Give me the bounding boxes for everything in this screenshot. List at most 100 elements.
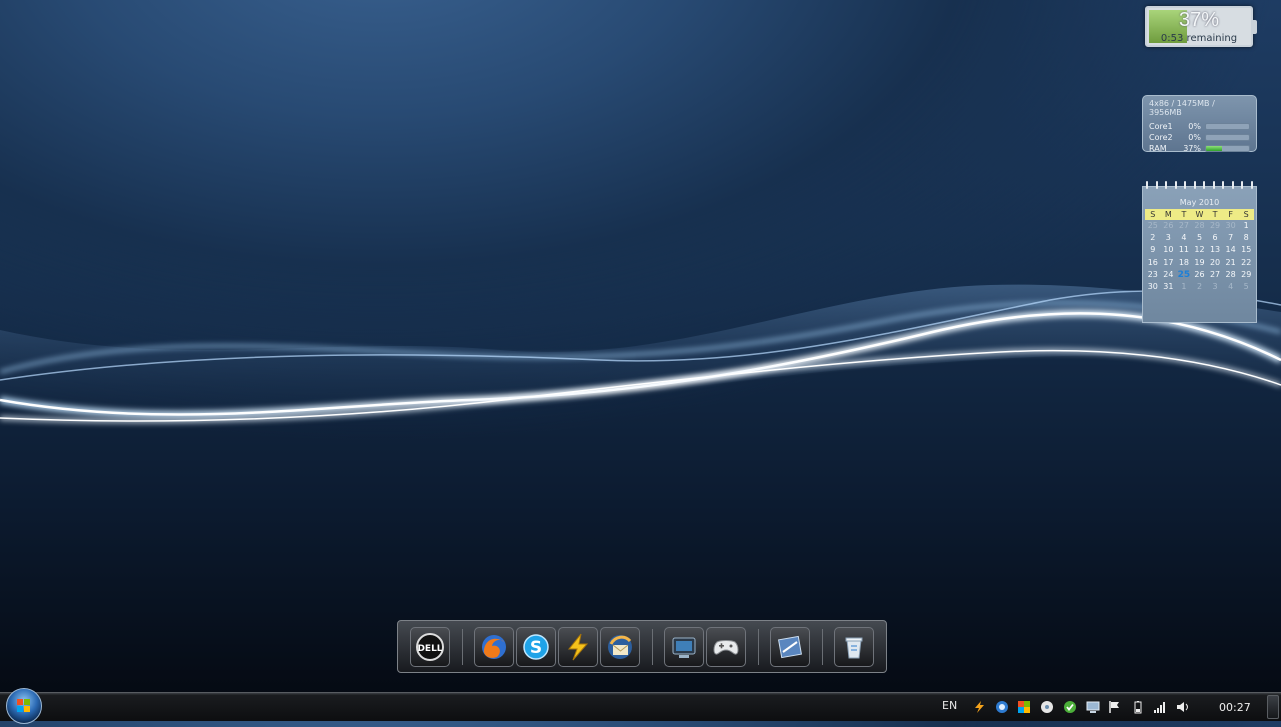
calendar-day-cell[interactable]: 30 <box>1145 281 1161 293</box>
disc-tray-icon[interactable] <box>1038 693 1056 721</box>
calendar-day-cell[interactable]: 21 <box>1223 257 1239 269</box>
network-tray-icon[interactable] <box>993 693 1011 721</box>
dock-separator <box>822 629 823 665</box>
cpu-meter-row: Core1 0% <box>1149 121 1250 132</box>
cpu-meter-gadget[interactable]: 4x86 / 1475MB / 3956MB Core1 0% Core2 0%… <box>1142 95 1257 154</box>
calendar-day-cell[interactable]: 26 <box>1192 269 1208 281</box>
calendar-day-cell[interactable]: 30 <box>1223 220 1239 232</box>
calendar-day-cell[interactable]: 16 <box>1145 257 1161 269</box>
calendar-day-cell[interactable]: 3 <box>1161 232 1177 244</box>
cpu-row-value: 37% <box>1183 144 1201 153</box>
calendar-today-cell[interactable]: 25 <box>1176 269 1192 281</box>
calendar-weekday-header: S <box>1238 209 1254 220</box>
calendar-day-cell[interactable]: 23 <box>1145 269 1161 281</box>
calendar-day-cell[interactable]: 26 <box>1161 220 1177 232</box>
calendar-gadget[interactable]: May 2010 S M T W T F S 25 26 27 28 29 30 1 2 3 4 5 6 7 8 9 10 1… <box>1142 181 1257 323</box>
windows-logo-icon <box>17 699 30 712</box>
battery-gadget[interactable]: 37% 0:53 remaining <box>1145 6 1257 47</box>
calendar-day-cell[interactable]: 22 <box>1238 257 1254 269</box>
cpu-row-label: Core1 <box>1149 122 1173 131</box>
calendar-day-cell[interactable]: 25 <box>1145 220 1161 232</box>
cpu-meter-row: Core2 0% <box>1149 132 1250 143</box>
winamp-icon[interactable] <box>558 627 598 667</box>
cpu-row-bar <box>1205 145 1250 152</box>
calendar-day-cell[interactable]: 4 <box>1176 232 1192 244</box>
calendar-day-cell[interactable]: 1 <box>1238 220 1254 232</box>
calendar-month-title: May 2010 <box>1179 198 1220 207</box>
calendar-day-cell[interactable]: 31 <box>1161 281 1177 293</box>
calendar-weekday-header: F <box>1222 209 1239 220</box>
calendar-grid: S M T W T F S 25 26 27 28 29 30 1 2 3 4 5 6 7 8 9 10 11 12 13 14 15… <box>1145 209 1254 293</box>
volume-tray-icon[interactable] <box>1174 693 1192 721</box>
dock-separator <box>462 629 463 665</box>
show-desktop-button[interactable] <box>1267 695 1279 719</box>
windows-flag-tray-icon[interactable] <box>1015 693 1033 721</box>
calendar-weekday-header: S <box>1145 209 1161 220</box>
calendar-day-cell[interactable]: 27 <box>1176 220 1192 232</box>
firefox-icon[interactable] <box>474 627 514 667</box>
calendar-day-cell[interactable]: 7 <box>1223 232 1239 244</box>
signal-tray-icon[interactable] <box>1151 693 1169 721</box>
calendar-day-cell[interactable]: 5 <box>1238 281 1254 293</box>
application-dock: DELL S <box>397 620 887 673</box>
cpu-row-bar <box>1205 123 1250 130</box>
battery-terminal <box>1252 20 1257 34</box>
calendar-day-cell[interactable]: 9 <box>1145 244 1161 256</box>
taskbar: EN 00:27 <box>0 688 1281 724</box>
calendar-day-cell[interactable]: 2 <box>1145 232 1161 244</box>
taskbar-clock[interactable]: 00:27 <box>1219 701 1251 714</box>
skype-icon[interactable]: S <box>516 627 556 667</box>
cpu-meter-row: RAM 37% <box>1149 143 1250 154</box>
system-settings-icon[interactable] <box>770 627 810 667</box>
calendar-day-cell[interactable]: 29 <box>1238 269 1254 281</box>
calendar-day-cell[interactable]: 4 <box>1223 281 1239 293</box>
calendar-weekday-header: M <box>1160 209 1177 220</box>
calendar-day-cell[interactable]: 1 <box>1176 281 1192 293</box>
calendar-day-cell[interactable]: 5 <box>1192 232 1208 244</box>
battery-tray-icon[interactable] <box>1129 693 1147 721</box>
display-tray-icon[interactable] <box>1084 693 1102 721</box>
calendar-day-cell[interactable]: 13 <box>1207 244 1223 256</box>
calendar-day-cell[interactable]: 14 <box>1223 244 1239 256</box>
language-indicator[interactable]: EN <box>942 699 957 712</box>
calendar-day-cell[interactable]: 18 <box>1176 257 1192 269</box>
thunderbird-icon[interactable] <box>600 627 640 667</box>
calendar-day-cell[interactable]: 2 <box>1192 281 1208 293</box>
dock-separator <box>652 629 653 665</box>
calendar-day-cell[interactable]: 8 <box>1238 232 1254 244</box>
calendar-day-cell[interactable]: 11 <box>1176 244 1192 256</box>
cpu-row-label: Core2 <box>1149 133 1173 142</box>
calendar-day-cell[interactable]: 3 <box>1207 281 1223 293</box>
media-center-icon[interactable] <box>664 627 704 667</box>
calendar-day-cell[interactable]: 12 <box>1192 244 1208 256</box>
cpu-meter-header: 4x86 / 1475MB / 3956MB <box>1149 99 1215 117</box>
winamp-tray-icon[interactable] <box>970 693 988 721</box>
start-button[interactable] <box>6 688 42 724</box>
gamepad-icon[interactable] <box>706 627 746 667</box>
calendar-weekday-header: T <box>1207 209 1223 220</box>
calendar-day-cell[interactable]: 19 <box>1192 257 1208 269</box>
action-center-flag-icon[interactable] <box>1106 693 1124 721</box>
cpu-row-value: 0% <box>1188 133 1201 142</box>
svg-text:DELL: DELL <box>417 644 442 654</box>
calendar-day-cell[interactable]: 6 <box>1207 232 1223 244</box>
calendar-weekday-header: W <box>1191 209 1208 220</box>
calendar-day-cell[interactable]: 10 <box>1161 244 1177 256</box>
calendar-day-cell[interactable]: 27 <box>1207 269 1223 281</box>
calendar-day-cell[interactable]: 29 <box>1207 220 1223 232</box>
cpu-row-label: RAM <box>1149 144 1167 153</box>
checkmark-tray-icon[interactable] <box>1061 693 1079 721</box>
wallpaper-waves <box>0 284 1281 423</box>
cpu-row-value: 0% <box>1188 122 1201 131</box>
calendar-weekday-header: T <box>1176 209 1192 220</box>
recycle-bin-icon[interactable] <box>834 627 874 667</box>
dell-icon[interactable]: DELL <box>410 627 450 667</box>
battery-percent: 37% <box>1178 9 1220 31</box>
calendar-day-cell[interactable]: 24 <box>1161 269 1177 281</box>
calendar-day-cell[interactable]: 20 <box>1207 257 1223 269</box>
calendar-day-cell[interactable]: 28 <box>1192 220 1208 232</box>
calendar-day-cell[interactable]: 17 <box>1161 257 1177 269</box>
cpu-row-bar <box>1205 134 1250 141</box>
calendar-day-cell[interactable]: 15 <box>1238 244 1254 256</box>
calendar-day-cell[interactable]: 28 <box>1223 269 1239 281</box>
